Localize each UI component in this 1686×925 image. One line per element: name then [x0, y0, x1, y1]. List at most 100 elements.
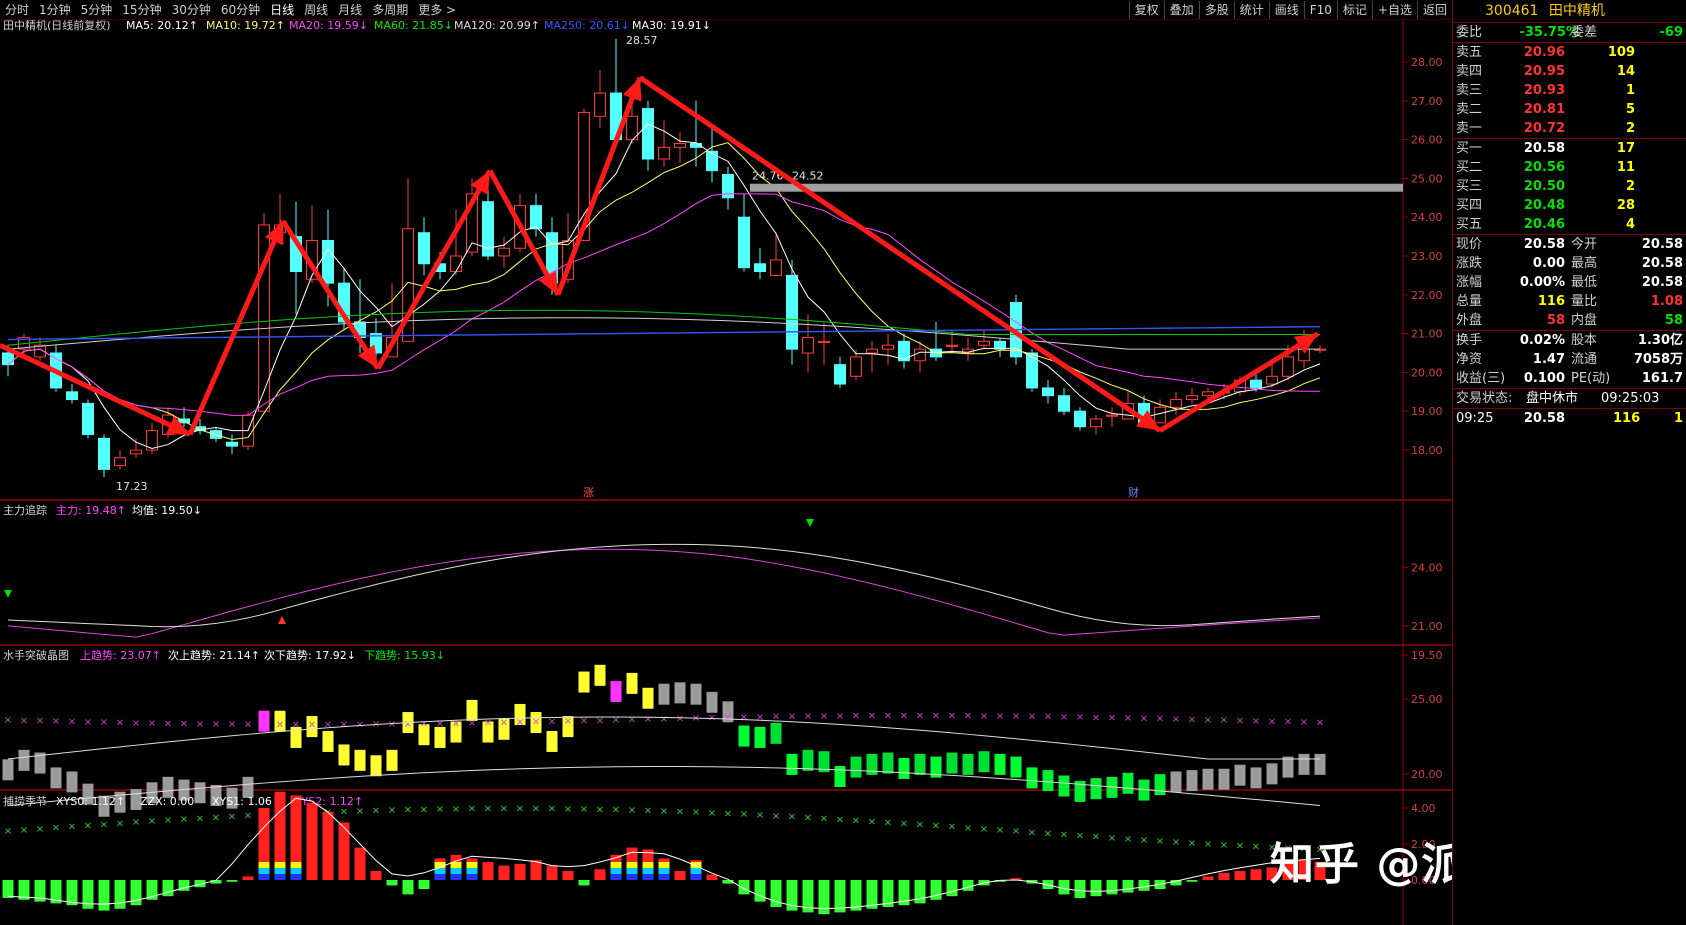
- sailor-bar: [1298, 753, 1310, 775]
- order-price: 20.72: [1523, 121, 1565, 136]
- stat-label: 收益(三): [1456, 371, 1506, 386]
- sailor-bar: [962, 753, 974, 775]
- season-bar: [418, 880, 430, 889]
- up-trend-mark: ×: [196, 719, 204, 730]
- period-tab[interactable]: 多周期: [367, 1, 413, 18]
- season-signal-blue: [274, 874, 286, 880]
- season-signal-blue: [466, 874, 478, 880]
- y-tick-label: 19.00: [1411, 405, 1443, 418]
- down-trend-mark: ×: [420, 804, 428, 815]
- stock-header[interactable]: 300461 田中精机: [1453, 0, 1686, 23]
- candle-body: [1154, 406, 1166, 424]
- season-signal-yellow: [658, 862, 670, 868]
- up-trend-mark: ×: [644, 714, 652, 725]
- down-trend-mark: ×: [932, 821, 940, 832]
- tick-volume: 116: [1613, 411, 1641, 426]
- sailor-bar: [1282, 756, 1294, 778]
- order-level-label: 买一: [1456, 141, 1483, 156]
- period-tab[interactable]: 60分钟: [216, 1, 265, 18]
- down-trend-mark: ×: [404, 805, 412, 816]
- stat-label: 今开: [1571, 237, 1598, 252]
- price-stats: 现价 20.58 今开 20.58 涨跌 0.00 最高 20.58 涨幅 0.00% 最低 20.5…: [1453, 235, 1686, 331]
- up-trend-mark: ×: [548, 716, 556, 727]
- toolbar-button[interactable]: 多股: [1198, 0, 1234, 19]
- down-trend-mark: ×: [20, 825, 28, 836]
- stat-label: 涨幅: [1456, 275, 1483, 290]
- toolbar-button[interactable]: 复权: [1128, 0, 1164, 19]
- period-tab[interactable]: 月线: [333, 1, 367, 18]
- toolbar-button[interactable]: 叠加: [1163, 0, 1199, 19]
- stat-label: 股本: [1571, 333, 1598, 348]
- order-level-label: 买二: [1456, 160, 1483, 175]
- toolbar-button[interactable]: F10: [1303, 0, 1337, 19]
- toolbar-button[interactable]: +自选: [1371, 0, 1417, 19]
- candle-body: [594, 92, 606, 117]
- signal-up-arrow: [278, 616, 286, 624]
- down-trend-mark: ×: [612, 805, 620, 816]
- season-signal-blue: [434, 874, 446, 880]
- candle-body: [82, 402, 94, 435]
- up-trend-mark: ×: [276, 719, 284, 730]
- down-trend-mark: ×: [628, 805, 636, 816]
- y-tick-label: 23.00: [1411, 250, 1443, 263]
- down-trend-mark: ×: [388, 805, 396, 816]
- season-bar: [2, 880, 14, 898]
- period-tab[interactable]: 分时: [0, 1, 34, 18]
- toolbar-button[interactable]: 返回: [1416, 0, 1452, 19]
- toolbar-button[interactable]: 画线: [1268, 0, 1304, 19]
- ma-legend: MA250: 20.61↓: [544, 20, 630, 32]
- kline-chart-area[interactable]: 28.00 27.00 26.00 25.00 24.00 23.00 22.00 21.00…: [0, 20, 1452, 925]
- sailor-bar: [1010, 756, 1022, 778]
- up-trend-mark: ×: [68, 716, 76, 727]
- stat-label: 外盘: [1456, 313, 1483, 328]
- y-tick-label: 4.00: [1411, 802, 1436, 815]
- y-tick-label: 20.00: [1411, 366, 1443, 379]
- period-tab[interactable]: 日线: [265, 1, 299, 18]
- ma60-line: [7, 309, 1320, 346]
- candle-body: [1202, 391, 1214, 397]
- sailor-bar: [594, 664, 606, 686]
- down-trend-mark: ×: [1204, 839, 1212, 850]
- stat-label: 现价: [1456, 237, 1483, 252]
- period-tab[interactable]: 5分钟: [76, 1, 118, 18]
- stat-label: 最高: [1571, 256, 1598, 271]
- period-tab[interactable]: 1分钟: [34, 1, 76, 18]
- up-trend-mark: ×: [1012, 711, 1020, 722]
- down-trend-mark: ×: [180, 814, 188, 825]
- candle-body: [946, 344, 958, 347]
- down-trend-mark: ×: [1060, 830, 1068, 841]
- down-trend-mark: ×: [548, 804, 556, 815]
- season-bar: [946, 880, 958, 897]
- candle-body: [1170, 399, 1182, 408]
- period-tab[interactable]: 更多 >: [413, 1, 461, 18]
- panel-title: 主力追踪: [3, 503, 47, 517]
- season-bar: [498, 865, 510, 880]
- stat-value: 0.02%: [1519, 333, 1565, 348]
- down-trend-mark: ×: [1124, 834, 1132, 845]
- stat-label: 换手: [1456, 333, 1483, 348]
- y-tick-label: 24.00: [1411, 561, 1443, 574]
- order-level-label: 卖三: [1456, 83, 1483, 98]
- sailor-bar: [946, 752, 958, 774]
- period-tab[interactable]: 30分钟: [167, 1, 216, 18]
- toolbar-button[interactable]: 标记: [1336, 0, 1372, 19]
- season-bar: [354, 847, 366, 880]
- event-marker: 涨: [583, 486, 594, 499]
- sailor-bar: [1218, 768, 1230, 790]
- stat-row: 总量 116 量比 1.08: [1453, 292, 1686, 311]
- trade-status-label: 交易状态:: [1456, 391, 1513, 406]
- down-trend-mark: ×: [36, 824, 44, 835]
- up-trend-mark: ×: [324, 719, 332, 730]
- season-signal-yellow: [290, 862, 302, 868]
- toolbar-button[interactable]: 统计: [1233, 0, 1269, 19]
- period-tab[interactable]: 15分钟: [117, 1, 166, 18]
- sailor-bar: [882, 752, 894, 774]
- candle-body: [226, 441, 238, 447]
- order-price: 20.48: [1523, 198, 1565, 213]
- order-price: 20.46: [1523, 217, 1565, 232]
- stat-value: 0.00: [1532, 256, 1565, 271]
- period-tab[interactable]: 周线: [299, 1, 333, 18]
- up-trend-mark: ×: [1060, 712, 1068, 723]
- up-trend-mark: ×: [52, 716, 60, 727]
- indicator-legend: 主力: 19.48↑: [56, 504, 126, 517]
